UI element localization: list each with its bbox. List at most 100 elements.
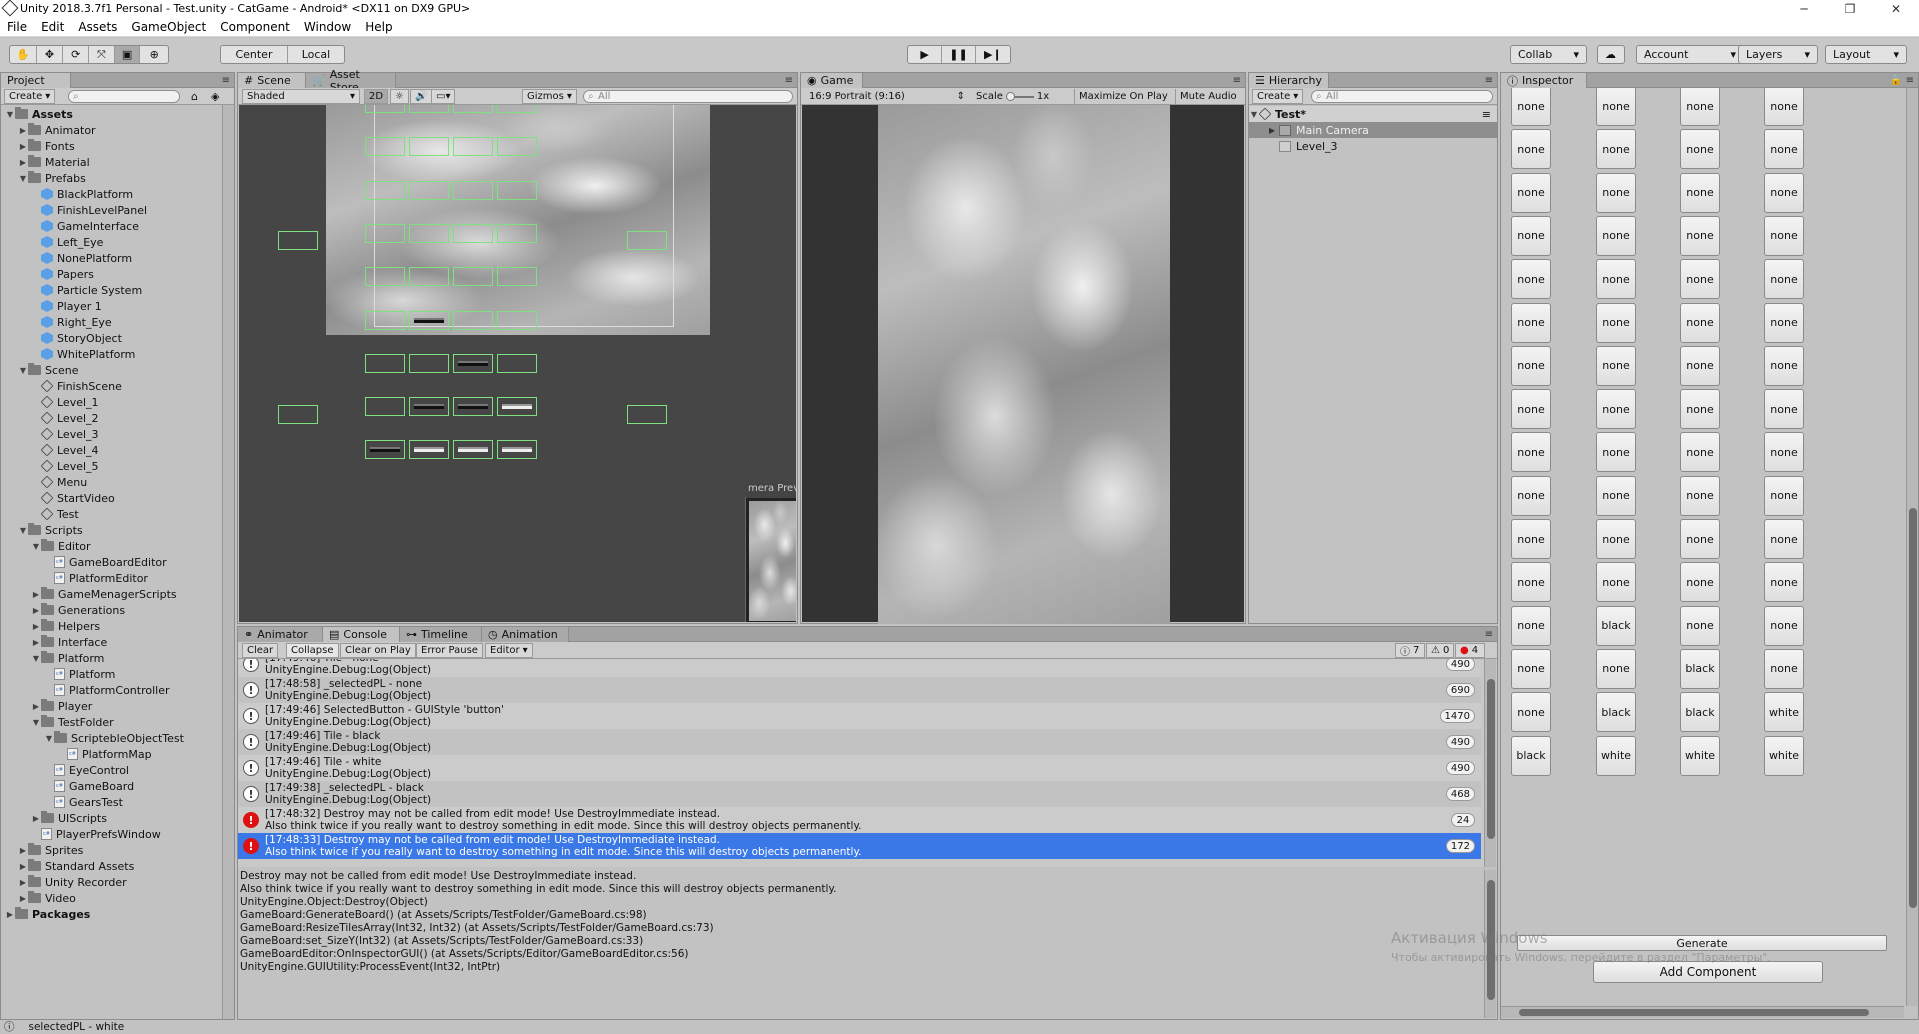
- menu-assets[interactable]: Assets: [71, 20, 124, 34]
- account-dropdown[interactable]: Account ▾: [1636, 45, 1744, 64]
- tile-button[interactable]: none: [1511, 648, 1551, 689]
- tile-button[interactable]: none: [1511, 692, 1551, 733]
- maximize-on-play-toggle[interactable]: Maximize On Play: [1074, 89, 1174, 104]
- project-item[interactable]: Left_Eye: [31, 234, 103, 250]
- hierarchy-item-main-camera[interactable]: ▶ Main Camera: [1249, 122, 1497, 138]
- scene-tile[interactable]: [365, 310, 405, 330]
- transform-tool-icon[interactable]: ⊕: [140, 46, 168, 63]
- scene-tile[interactable]: [497, 180, 537, 200]
- tile-button[interactable]: none: [1596, 519, 1636, 559]
- scene-tile[interactable]: [453, 397, 493, 417]
- scene-tile[interactable]: [453, 353, 493, 373]
- tile-button[interactable]: none: [1511, 519, 1551, 559]
- tile-button[interactable]: none: [1596, 215, 1636, 256]
- tab-animation[interactable]: ◷ Animation: [482, 627, 569, 642]
- project-item[interactable]: c# PlatformEditor: [44, 570, 148, 586]
- minimize-button[interactable]: ─: [1781, 0, 1827, 17]
- console-list-scrollbar[interactable]: [1484, 659, 1496, 867]
- tile-button[interactable]: none: [1596, 432, 1636, 473]
- menu-component[interactable]: Component: [213, 20, 297, 34]
- tile-button[interactable]: none: [1680, 259, 1720, 300]
- project-item[interactable]: c# EyeControl: [44, 762, 129, 778]
- scene-tile[interactable]: [365, 267, 405, 287]
- gizmos-dropdown[interactable]: Gizmos ▾: [522, 89, 577, 104]
- tile-button[interactable]: none: [1680, 345, 1720, 386]
- expanded-arrow-icon[interactable]: ▼: [31, 718, 41, 727]
- project-item[interactable]: ▶ Sprites: [18, 842, 83, 858]
- collapsed-arrow-icon[interactable]: ▶: [18, 158, 28, 167]
- project-item[interactable]: ▶ Video: [18, 890, 76, 906]
- expanded-arrow-icon[interactable]: ▼: [44, 734, 54, 743]
- collapsed-arrow-icon[interactable]: ▶: [31, 702, 41, 711]
- project-item[interactable]: ▼ Scripts: [18, 522, 83, 538]
- tile-button[interactable]: none: [1764, 302, 1804, 343]
- draw-mode-dropdown[interactable]: Shaded ▾: [242, 89, 360, 104]
- project-item[interactable]: Menu: [31, 474, 87, 490]
- scene-tile[interactable]: [627, 231, 667, 250]
- scene-tile[interactable]: [497, 353, 537, 373]
- panel-menu-icon[interactable]: ≡: [785, 75, 793, 86]
- tile-button[interactable]: none: [1680, 88, 1720, 126]
- project-item[interactable]: ▶ Animator: [18, 122, 96, 138]
- scroll-thumb[interactable]: [1487, 679, 1495, 839]
- project-item[interactable]: ▶ Generations: [31, 602, 125, 618]
- console-entry[interactable]: ! [17:49:46] Tile - white UnityEngine.Debu…: [238, 755, 1481, 781]
- scene-tile[interactable]: [365, 397, 405, 417]
- tile-button[interactable]: none: [1511, 475, 1551, 516]
- collapsed-arrow-icon[interactable]: ▶: [5, 910, 15, 919]
- project-item[interactable]: StoryObject: [31, 330, 122, 346]
- tile-button[interactable]: none: [1764, 605, 1804, 646]
- tile-button[interactable]: none: [1511, 259, 1551, 300]
- tile-button[interactable]: none: [1764, 648, 1804, 689]
- tile-button[interactable]: none: [1764, 345, 1804, 386]
- tile-button[interactable]: none: [1764, 88, 1804, 126]
- scale-slider[interactable]: Scale 1x: [972, 89, 1072, 104]
- project-item[interactable]: ▶ Interface: [31, 634, 107, 650]
- collapsed-arrow-icon[interactable]: ▶: [31, 590, 41, 599]
- scene-tile[interactable]: [409, 180, 449, 200]
- tile-button[interactable]: black: [1680, 692, 1720, 733]
- audio-toggle-icon[interactable]: 🔊: [410, 89, 433, 104]
- create-button[interactable]: Create ▾: [4, 89, 56, 104]
- filter-label-icon[interactable]: ◈: [211, 90, 219, 103]
- console-entry[interactable]: ! [17:49:46] Tile - noneUnityEngine.Debug…: [238, 659, 1481, 677]
- scene-tile[interactable]: [453, 310, 493, 330]
- tile-button[interactable]: none: [1596, 88, 1636, 126]
- project-item[interactable]: c# Platform: [44, 666, 115, 682]
- tile-button[interactable]: white: [1764, 692, 1804, 733]
- tab-scene[interactable]: # Scene: [238, 73, 306, 88]
- project-item[interactable]: ▶ Helpers: [31, 618, 100, 634]
- effects-dropdown-icon[interactable]: ▭▾: [431, 89, 456, 104]
- project-item[interactable]: GameInterface: [31, 218, 139, 234]
- scene-tile[interactable]: [365, 223, 405, 243]
- project-item[interactable]: ▼ Editor: [31, 538, 91, 554]
- project-item[interactable]: c# PlatformController: [44, 682, 170, 698]
- menu-edit[interactable]: Edit: [34, 20, 71, 34]
- project-item[interactable]: Level_5: [31, 458, 99, 474]
- tile-button[interactable]: black: [1596, 605, 1636, 646]
- collapsed-arrow-icon[interactable]: ▶: [31, 814, 41, 823]
- project-item[interactable]: c# PlayerPrefsWindow: [31, 826, 161, 842]
- panel-menu-icon[interactable]: ≡: [1485, 75, 1493, 86]
- scene-tile[interactable]: [365, 105, 405, 113]
- scene-tile[interactable]: [453, 267, 493, 287]
- search-input[interactable]: ⌕: [68, 90, 180, 103]
- tile-button[interactable]: none: [1511, 129, 1551, 170]
- collapsed-arrow-icon[interactable]: ▶: [31, 638, 41, 647]
- hierarchy-scene-row[interactable]: ▼ Test* ≡: [1249, 106, 1497, 122]
- tile-button[interactable]: none: [1680, 475, 1720, 516]
- project-item[interactable]: ▼ TestFolder: [31, 714, 114, 730]
- project-item[interactable]: ▶ Standard Assets: [18, 858, 134, 874]
- project-item[interactable]: NonePlatform: [31, 250, 132, 266]
- project-item[interactable]: ▼ ScriptebleObjectTest: [44, 730, 184, 746]
- tab-game[interactable]: ◉ Game: [801, 73, 863, 88]
- tile-button[interactable]: none: [1764, 172, 1804, 213]
- rect-tool-icon[interactable]: ▣: [114, 46, 141, 63]
- tile-button[interactable]: none: [1764, 475, 1804, 516]
- scene-tile[interactable]: [497, 137, 537, 157]
- inspector-hscrollbar[interactable]: [1501, 1006, 1904, 1018]
- tile-button[interactable]: none: [1511, 345, 1551, 386]
- layers-dropdown[interactable]: Layers ▾: [1738, 45, 1818, 64]
- tile-button[interactable]: none: [1511, 432, 1551, 473]
- scene-tile[interactable]: [278, 231, 318, 250]
